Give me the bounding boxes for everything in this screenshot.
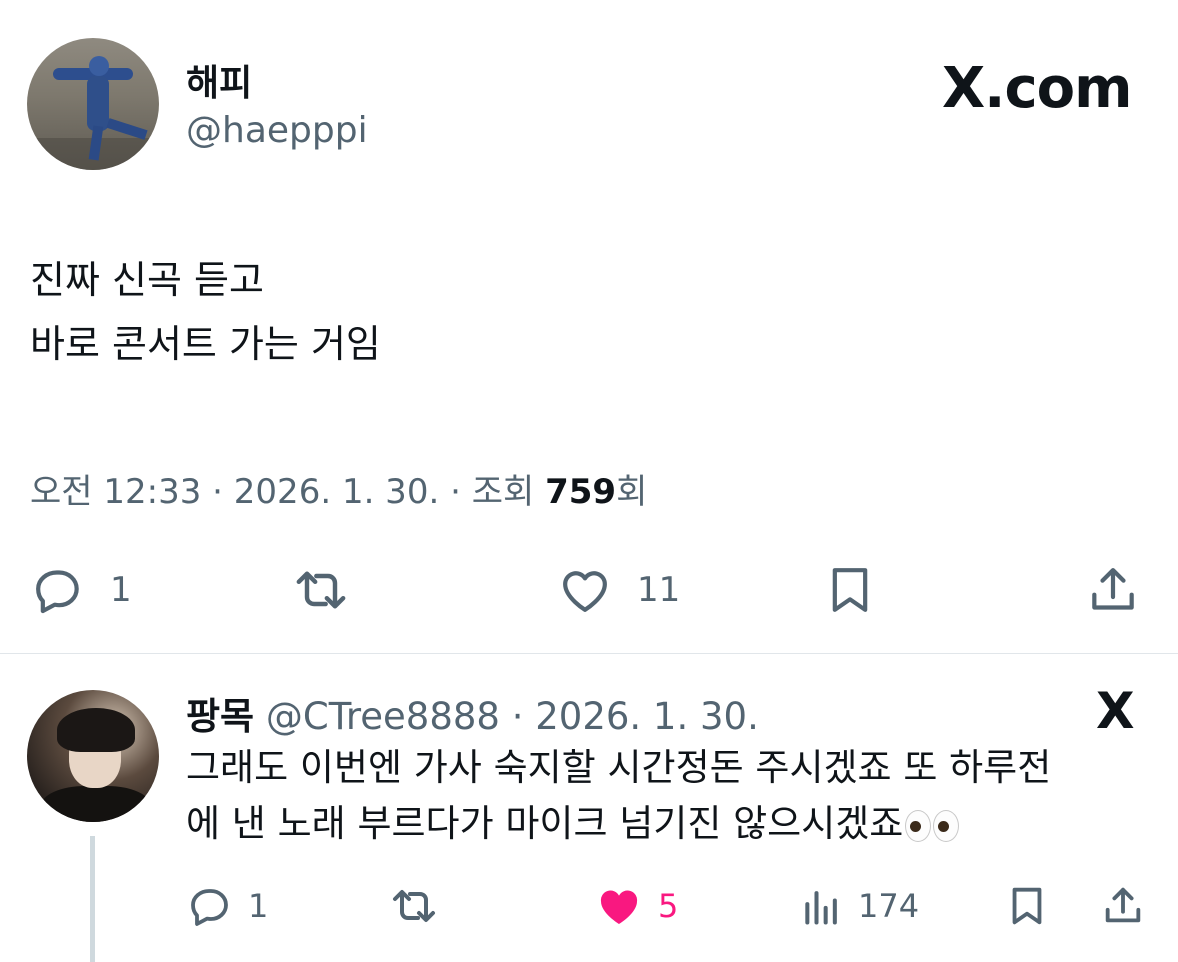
author-handle[interactable]: @haepppi bbox=[186, 110, 368, 151]
tweet-text-line: 진짜 신곡 듣고 bbox=[30, 258, 264, 302]
reply-icon bbox=[191, 889, 228, 926]
reply-author-name[interactable]: 팡목 bbox=[186, 695, 254, 738]
reply-header: 팡목 @CTree8888 · 2026. 1. 30. bbox=[186, 686, 759, 740]
retweet-button[interactable] bbox=[288, 562, 354, 618]
bookmark-icon bbox=[832, 568, 868, 612]
reply-count: 1 bbox=[110, 570, 132, 610]
share-icon bbox=[1105, 887, 1141, 923]
avatar-photo-head bbox=[89, 56, 109, 76]
like-count: 11 bbox=[637, 570, 681, 610]
reply-reply-button[interactable]: 1 bbox=[186, 880, 268, 932]
tweet-time[interactable]: 오전 12:33 bbox=[30, 472, 201, 512]
bookmark-icon bbox=[1012, 887, 1042, 925]
views-label: 조회 bbox=[471, 472, 535, 512]
heart-filled-icon bbox=[600, 890, 638, 924]
reply-text: 그래도 이번엔 가사 숙지할 시간정돈 주시겠죠 또 하루전 에 낸 노래 부르… bbox=[186, 740, 1051, 852]
author-name[interactable]: 해피 bbox=[186, 54, 252, 106]
views-suffix: 회 bbox=[616, 472, 648, 512]
reply-like-count: 5 bbox=[658, 887, 679, 925]
heart-icon bbox=[563, 571, 607, 612]
tweet-text: 진짜 신곡 듣고 바로 콘서트 가는 거임 bbox=[30, 248, 381, 376]
reply-author-handle[interactable]: @CTree8888 bbox=[266, 695, 500, 738]
meta-separator: · bbox=[212, 472, 223, 512]
meta-separator: · bbox=[450, 472, 461, 512]
eye-icon bbox=[905, 809, 932, 842]
reply-text-line: 에 낸 노래 부르다가 마이크 넘기진 않으시겠죠 bbox=[186, 802, 904, 845]
eye-icon bbox=[933, 809, 960, 842]
avatar-photo-body bbox=[87, 76, 109, 131]
thread-line bbox=[90, 836, 95, 962]
analytics-icon bbox=[805, 891, 837, 925]
tweet-text-line: 바로 콘서트 가는 거임 bbox=[30, 322, 381, 366]
share-button[interactable] bbox=[1084, 562, 1142, 618]
eyes-emoji bbox=[905, 809, 960, 842]
avatar-photo-leg bbox=[106, 118, 148, 140]
reply-retweet-button[interactable] bbox=[386, 880, 442, 932]
share-icon bbox=[1092, 568, 1134, 610]
retweet-icon bbox=[393, 890, 435, 922]
reply-author-avatar[interactable] bbox=[27, 690, 159, 822]
views-count: 759 bbox=[545, 472, 617, 512]
tweet-date[interactable]: 2026. 1. 30. bbox=[234, 472, 439, 512]
meta-separator: · bbox=[511, 695, 524, 738]
x-com-logo: X.com bbox=[942, 56, 1132, 121]
reply-icon bbox=[36, 570, 79, 614]
reply-views-button[interactable]: 174 bbox=[800, 880, 919, 932]
reply-text-line: 그래도 이번엔 가사 숙지할 시간정돈 주시겠죠 또 하루전 bbox=[186, 746, 1052, 789]
avatar-photo-shoulder bbox=[41, 786, 151, 822]
x-logo: X bbox=[1096, 682, 1135, 740]
reply-date[interactable]: 2026. 1. 30. bbox=[535, 695, 759, 738]
like-button[interactable]: 11 bbox=[555, 562, 680, 618]
reply-bookmark-button[interactable] bbox=[1004, 880, 1050, 932]
reply-reply-count: 1 bbox=[248, 887, 269, 925]
reply-like-button[interactable]: 5 bbox=[594, 880, 678, 932]
reply-views-count: 174 bbox=[858, 887, 920, 925]
author-avatar[interactable] bbox=[27, 38, 159, 170]
tweet-metadata: 오전 12:33 · 2026. 1. 30. · 조회 759회 bbox=[30, 464, 647, 513]
retweet-icon bbox=[296, 571, 346, 609]
avatar-photo-hair bbox=[57, 708, 135, 752]
reply-share-button[interactable] bbox=[1100, 880, 1146, 932]
bookmark-button[interactable] bbox=[822, 562, 878, 618]
divider bbox=[0, 653, 1178, 654]
reply-button[interactable]: 1 bbox=[28, 562, 132, 618]
